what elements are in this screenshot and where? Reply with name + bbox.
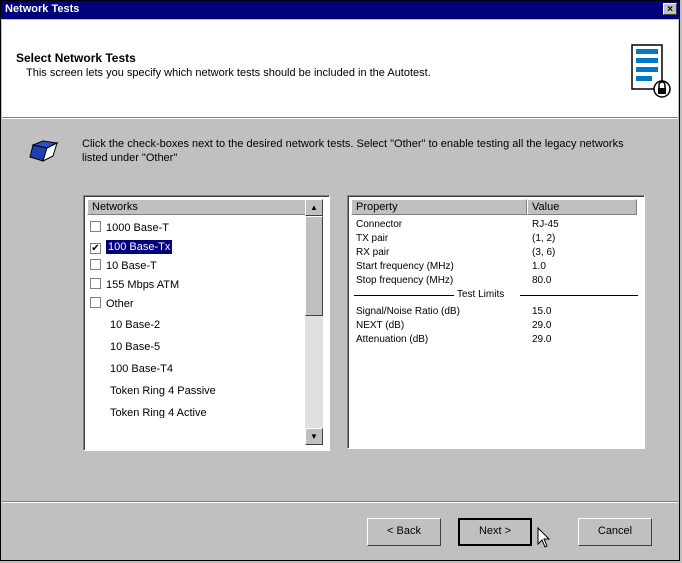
checkbox[interactable] bbox=[90, 221, 101, 232]
back-button[interactable]: < Back bbox=[367, 518, 441, 546]
scroll-thumb[interactable] bbox=[305, 216, 323, 316]
property-row: RX pair (3, 6) bbox=[356, 247, 556, 258]
limit-row: NEXT (dB) 29.0 bbox=[356, 320, 552, 331]
page-title: Select Network Tests bbox=[16, 51, 136, 65]
close-icon[interactable]: × bbox=[663, 3, 677, 15]
list-item[interactable]: Token Ring 4 Active bbox=[110, 404, 207, 418]
list-item[interactable]: Other bbox=[90, 295, 134, 313]
window-title: Network Tests bbox=[5, 3, 80, 15]
property-column-header[interactable]: Property bbox=[351, 199, 527, 215]
dialog-window: Network Tests × Select Network Tests Thi… bbox=[0, 0, 680, 561]
property-row: Start frequency (MHz) 1.0 bbox=[356, 261, 546, 272]
list-item[interactable]: 10 Base-2 bbox=[110, 316, 160, 334]
list-item[interactable]: 155 Mbps ATM bbox=[90, 276, 179, 294]
checkbox[interactable] bbox=[90, 259, 101, 270]
list-item[interactable]: 100 Base-T4 bbox=[110, 360, 173, 378]
wizard-header: Select Network Tests This screen lets yo… bbox=[2, 20, 678, 118]
scroll-down-icon[interactable]: ▼ bbox=[305, 428, 323, 445]
instruction-text: Click the check-boxes next to the desire… bbox=[82, 138, 624, 164]
checkbox[interactable] bbox=[90, 297, 101, 308]
properties-panel: Property Value Connector RJ-45 TX pair (1,… bbox=[347, 195, 645, 449]
limit-row: Signal/Noise Ratio (dB) 15.0 bbox=[356, 306, 552, 317]
mouse-pointer-icon bbox=[537, 527, 551, 548]
value-column-header[interactable]: Value bbox=[527, 199, 637, 215]
next-button[interactable]: Next > bbox=[458, 518, 532, 546]
checkbox-checked[interactable]: ✔ bbox=[90, 243, 101, 254]
limit-row: Attenuation (dB) 29.0 bbox=[356, 334, 552, 345]
checkbox[interactable] bbox=[90, 278, 101, 289]
property-row: TX pair (1, 2) bbox=[356, 233, 556, 244]
list-item[interactable]: Token Ring 4 Passive bbox=[110, 382, 216, 400]
vertical-scrollbar[interactable]: ▲ ▼ bbox=[305, 199, 323, 445]
cancel-button[interactable]: Cancel bbox=[578, 518, 652, 546]
list-item[interactable]: 10 Base-T bbox=[90, 257, 157, 275]
list-item[interactable]: ✔ 100 Base-Tx bbox=[90, 238, 173, 256]
checklist-lock-icon bbox=[631, 44, 671, 98]
networks-column-header[interactable]: Networks bbox=[87, 199, 306, 215]
test-limits-label: Test Limits bbox=[457, 289, 505, 300]
page-description: This screen lets you specify which netwo… bbox=[26, 67, 431, 79]
list-item[interactable]: 1000 Base-T bbox=[90, 219, 169, 237]
property-row: Connector RJ-45 bbox=[356, 219, 559, 230]
networks-list[interactable]: Networks 1000 Base-T ✔ 100 Base-Tx 10 Bas… bbox=[83, 195, 330, 451]
book-icon bbox=[29, 140, 59, 162]
list-item[interactable]: 10 Base-5 bbox=[110, 338, 160, 356]
property-row: Stop frequency (MHz) 80.0 bbox=[356, 275, 552, 286]
title-bar[interactable]: Network Tests × bbox=[1, 1, 679, 19]
header-divider bbox=[2, 118, 678, 119]
test-limits-divider: Test Limits bbox=[354, 289, 638, 301]
scroll-up-icon[interactable]: ▲ bbox=[305, 199, 323, 216]
